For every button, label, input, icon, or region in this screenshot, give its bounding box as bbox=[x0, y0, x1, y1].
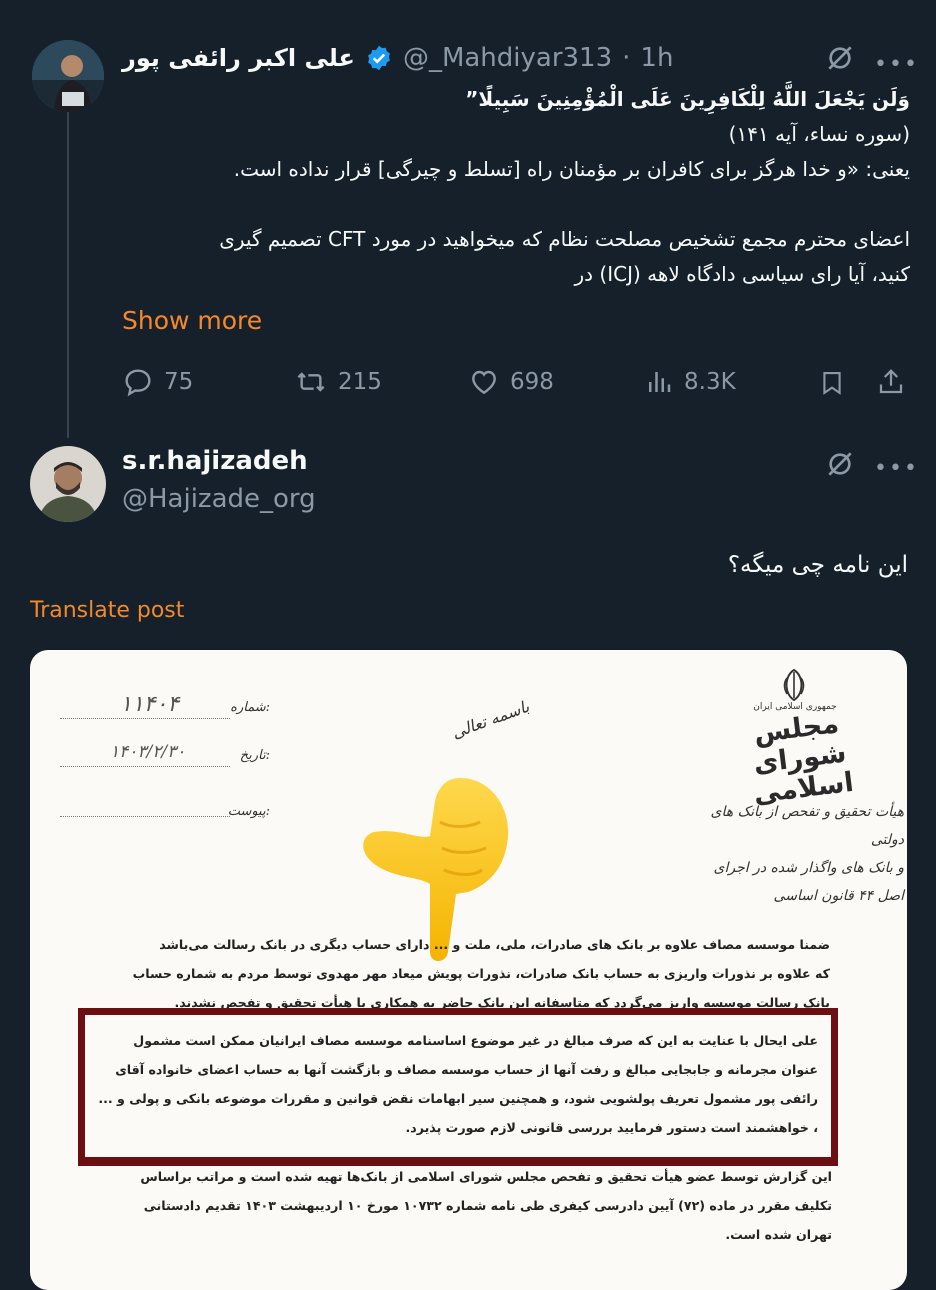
committee-line: اصل ۴۴ قانون اساسی bbox=[773, 888, 904, 904]
grok-icon[interactable] bbox=[824, 42, 856, 78]
avatar-image bbox=[32, 40, 104, 112]
reply-button[interactable]: 75 bbox=[122, 366, 193, 398]
share-icon bbox=[879, 369, 903, 394]
reply-icon bbox=[125, 369, 151, 397]
committee-title: هیأت تحقیق و تفحص از بانک های دولتی و با… bbox=[682, 798, 904, 910]
reply-count: 75 bbox=[164, 369, 194, 395]
paragraph: این گزارش توسط عضو هیأت تحقیق و تفحص مجل… bbox=[120, 1162, 832, 1249]
number-label: شماره: bbox=[230, 700, 270, 715]
number-value: ۱۱۴۰۴ bbox=[120, 692, 180, 717]
avatar-image bbox=[30, 446, 106, 522]
attachment-label: پیوست: bbox=[227, 804, 270, 819]
basmala: باسمه تعالی bbox=[449, 696, 532, 743]
committee-line: و بانک های واگذار شده در اجرای bbox=[713, 860, 905, 876]
post-line: کنید، آیا رای سیاسی دادگاه لاهه (ICJ) در bbox=[574, 262, 910, 286]
bookmark-button[interactable] bbox=[818, 368, 846, 402]
avatar[interactable] bbox=[30, 446, 106, 522]
post-line: وَلَن يَجْعَلَ اللَّهُ لِلْكَافِرِينَ عَ… bbox=[465, 87, 910, 111]
thread-line bbox=[67, 112, 69, 438]
post-line: (سوره نساء، آیه ۱۴۱) bbox=[728, 122, 910, 146]
doc-line: عنوان مجرمانه و جابجایی مبالغ و رفت آنها… bbox=[115, 1062, 818, 1077]
highlighted-paragraph: علی ایحال با عنایت به این که صرف مبالغ د… bbox=[98, 1026, 818, 1142]
committee-line: هیأت تحقیق و تفحص از بانک های دولتی bbox=[710, 804, 904, 848]
post-text: وَلَن يَجْعَلَ اللَّهُ لِلْكَافِرِينَ عَ… bbox=[120, 82, 910, 292]
doc-line: تکلیف مقرر در ماده (۷۲) آیین دادرسی کیفر… bbox=[143, 1198, 832, 1213]
translate-link[interactable]: Translate post bbox=[30, 598, 184, 623]
doc-line: که علاوه بر نذورات واریزی به حساب بانک ص… bbox=[132, 966, 830, 981]
timestamp[interactable]: 1h bbox=[640, 43, 673, 73]
like-count: 698 bbox=[510, 369, 554, 395]
author-name[interactable]: علی اکبر رائفی پور bbox=[122, 44, 355, 72]
verified-badge-icon bbox=[365, 44, 393, 72]
author-name[interactable]: s.r.hajizadeh bbox=[122, 446, 308, 476]
repost-icon bbox=[297, 372, 325, 392]
more-icon[interactable]: ••• bbox=[874, 52, 919, 77]
grok-icon[interactable] bbox=[824, 448, 856, 484]
bookmark-icon bbox=[823, 372, 841, 395]
paragraph: ضمنا موسسه مصاف علاوه بر بانک های صادرات… bbox=[120, 930, 830, 1017]
doc-line: علی ایحال با عنایت به این که صرف مبالغ د… bbox=[133, 1033, 818, 1048]
separator: · bbox=[622, 43, 631, 73]
heart-icon bbox=[472, 370, 496, 395]
author-handle[interactable]: @Hajizade_org bbox=[122, 484, 316, 514]
repost-button[interactable]: 215 bbox=[294, 366, 382, 398]
views-icon bbox=[649, 372, 671, 392]
post-header: علی اکبر رائفی پور @_Mahdiyar313 · 1h bbox=[122, 38, 673, 78]
post-line: یعنی: «و خدا هرگز برای کافران بر مؤمنان … bbox=[233, 157, 910, 181]
show-more-link[interactable]: Show more bbox=[122, 306, 262, 335]
views-button[interactable]: 8.3K bbox=[644, 366, 736, 398]
doc-line: تهران شده است. bbox=[725, 1227, 832, 1242]
date-label: تاریخ: bbox=[239, 748, 270, 763]
like-button[interactable]: 698 bbox=[468, 366, 554, 398]
avatar[interactable] bbox=[32, 40, 104, 112]
date-value: ۱۴۰۳/۲/۳۰ bbox=[110, 742, 186, 762]
post-text: این نامه چی میگه؟ bbox=[727, 552, 908, 578]
author-handle[interactable]: @_Mahdiyar313 bbox=[403, 43, 612, 73]
post-image[interactable]: شماره: ۱۱۴۰۴ تاریخ: ۱۴۰۳/۲/۳۰ پیوست: باس… bbox=[30, 650, 907, 1290]
doc-line: این گزارش توسط عضو هیأت تحقیق و تفحص مجل… bbox=[140, 1169, 832, 1184]
post-line: اعضای محترم مجمع تشخیص مصلحت نظام که میخ… bbox=[219, 227, 910, 251]
views-count: 8.3K bbox=[684, 369, 736, 395]
doc-line: ضمنا موسسه مصاف علاوه بر بانک های صادرات… bbox=[159, 937, 830, 952]
parliament-emblem-icon bbox=[772, 668, 816, 706]
share-button[interactable] bbox=[876, 366, 906, 402]
doc-line: رائفی پور مشمول تعریف پولشویی شود، و همچ… bbox=[98, 1091, 818, 1106]
repost-count: 215 bbox=[338, 369, 382, 395]
more-icon[interactable]: ••• bbox=[874, 456, 919, 481]
parliament-title: مجلس شورای اسلامی bbox=[751, 708, 856, 810]
doc-line: ، خواهشمند است دستور فرمایید بررسی قانون… bbox=[405, 1120, 818, 1135]
